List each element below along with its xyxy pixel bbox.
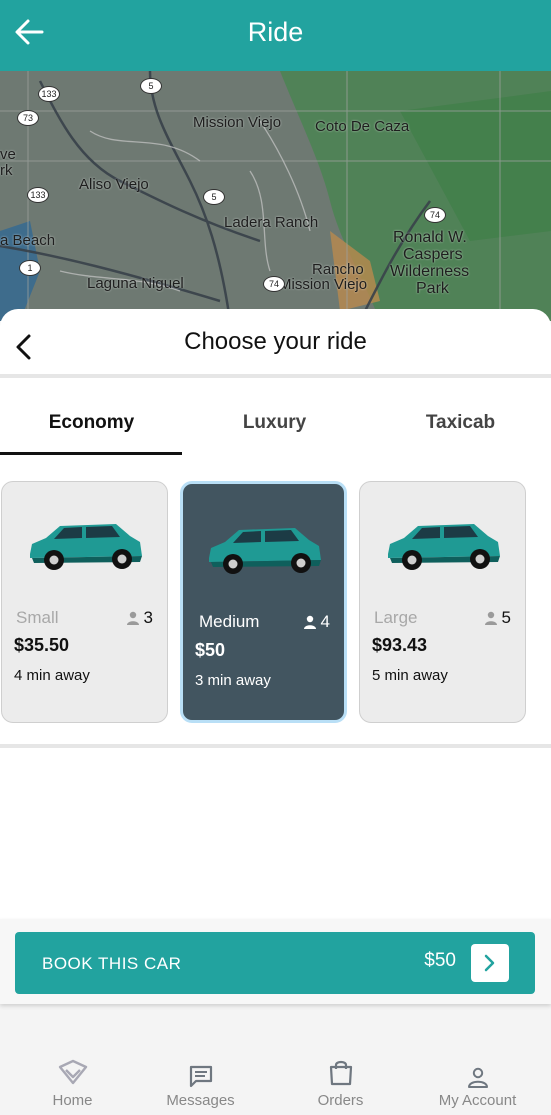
- car-price: $50: [195, 640, 226, 660]
- shopping-bag-icon: [329, 1060, 352, 1086]
- nav-orders[interactable]: Orders: [272, 1030, 409, 1115]
- chevron-right-icon: [484, 954, 495, 972]
- car-size: Small: [16, 608, 59, 627]
- car-size: Medium: [199, 612, 260, 631]
- nav-label: Messages: [166, 1092, 235, 1109]
- map-label: Aliso Viejo: [79, 176, 149, 193]
- tab-luxury[interactable]: Luxury: [183, 379, 366, 455]
- map-label: Mission Viejo: [193, 114, 282, 131]
- route-shield: 133: [27, 187, 49, 203]
- capacity: 5: [484, 608, 511, 628]
- map-label: rk: [0, 162, 13, 179]
- sheet-title: Choose your ride: [184, 328, 367, 355]
- nav-messages[interactable]: Messages: [132, 1030, 269, 1115]
- map-label: Coto De Caza: [315, 118, 410, 135]
- map-label: Laguna Niguel: [87, 275, 184, 292]
- route-shield: 5: [140, 78, 162, 94]
- car-eta: 5 min away: [372, 667, 448, 684]
- book-amount: $50: [424, 950, 456, 971]
- divider: [0, 744, 551, 748]
- route-shield: 1: [19, 260, 41, 276]
- capacity-count: 4: [320, 612, 330, 631]
- bottom-nav: Home Messages Orders My Account: [0, 1030, 551, 1115]
- book-this-car-button[interactable]: BOOK THIS CAR $50: [15, 932, 535, 994]
- nav-my-account[interactable]: My Account: [409, 1030, 546, 1115]
- route-shield: 5: [203, 189, 225, 205]
- person-icon: [484, 611, 497, 625]
- car-card-large[interactable]: Large 5 $93.43 5 min away: [359, 481, 526, 723]
- capacity: 4: [303, 612, 330, 632]
- car-icon: [30, 524, 142, 570]
- book-bar: BOOK THIS CAR $50: [0, 919, 551, 1004]
- car-eta: 4 min away: [14, 667, 90, 684]
- map-label: ve: [0, 146, 16, 163]
- person-icon: [467, 1067, 488, 1088]
- car-size: Large: [374, 608, 418, 627]
- message-icon: [189, 1065, 212, 1088]
- app-header: Ride: [0, 0, 551, 71]
- car-card-medium[interactable]: Medium 4 $50 3 min away: [180, 481, 347, 723]
- map-view[interactable]: Mission Viejo Coto De Caza ve rk Aliso V…: [0, 71, 551, 321]
- ride-sheet: Choose your ride Economy Luxury Taxicab …: [0, 309, 551, 919]
- nav-home[interactable]: Home: [4, 1030, 141, 1115]
- car-icon: [209, 528, 321, 574]
- divider: [0, 374, 551, 378]
- map-label: Wilderness: [390, 263, 470, 280]
- book-label: BOOK THIS CAR: [42, 954, 182, 973]
- map-label: a Beach: [0, 232, 56, 249]
- active-tab-indicator: [0, 452, 182, 455]
- route-shield: 74: [424, 207, 446, 223]
- map-label: Caspers: [403, 246, 463, 263]
- car-price: $35.50: [14, 635, 70, 655]
- car-price: $93.43: [372, 635, 428, 655]
- nav-label: My Account: [438, 1092, 517, 1109]
- map-label: Ronald W.: [393, 229, 467, 246]
- route-shield: 73: [17, 110, 39, 126]
- book-go-button[interactable]: [471, 944, 509, 982]
- map-label: Mission Viejo: [279, 276, 368, 293]
- page-title: Ride: [247, 17, 304, 47]
- nav-label: Orders: [317, 1092, 364, 1109]
- route-shield: 74: [263, 276, 285, 292]
- car-card-small[interactable]: Small 3 $35.50 4 min away: [1, 481, 168, 723]
- tab-economy[interactable]: Economy: [0, 379, 183, 455]
- capacity-count: 3: [143, 608, 153, 627]
- person-icon: [303, 615, 316, 629]
- route-shield: 133: [38, 86, 60, 102]
- capacity: 3: [126, 608, 153, 628]
- nav-label: Home: [52, 1092, 93, 1109]
- ride-tabs: Economy Luxury Taxicab: [0, 379, 551, 455]
- person-icon: [126, 611, 139, 625]
- tab-taxicab[interactable]: Taxicab: [369, 379, 551, 455]
- car-icon: [388, 524, 500, 570]
- map-label: Ladera Ranch: [224, 214, 319, 231]
- home-logo-icon: [58, 1059, 87, 1085]
- map-label: Park: [416, 280, 449, 297]
- car-eta: 3 min away: [195, 672, 271, 689]
- capacity-count: 5: [501, 608, 511, 627]
